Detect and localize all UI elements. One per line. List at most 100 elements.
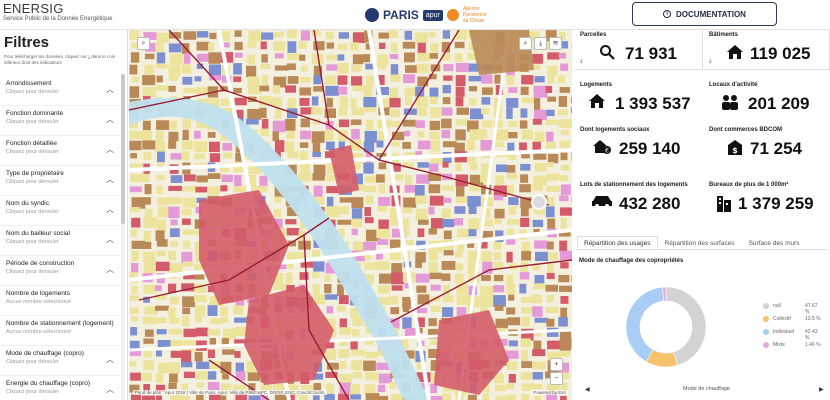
map-building [326,42,335,49]
documentation-button[interactable]: i DOCUMENTATION [632,2,777,26]
map-building [312,284,320,296]
map-building [207,186,221,195]
filter-nombre-logements[interactable]: Nombre de logements Aucun nombre sélecti… [0,286,120,316]
map-download-icon[interactable]: ⤓ [534,37,547,50]
map-building [181,140,194,150]
map-building [443,250,454,256]
map-building [417,52,431,62]
map-building [467,296,481,308]
map-building [481,295,495,308]
map-view[interactable]: ⌕ ⌕ ⤓ ≋ + − Fond de plan : Apur 2018 | V… [129,30,572,400]
map-building [480,129,488,139]
donut-slice-individuel[interactable] [625,286,665,363]
filter-nombre-stationnement[interactable]: Nombre de stationnement (logement) Aucun… [0,316,120,346]
map-building [454,53,463,62]
map-building [207,349,215,359]
map-building [428,318,437,327]
map-building [325,85,339,96]
chart-legend: null 47.67 % Collectif 13.5 % Individuel 42.4… [763,302,823,354]
zoom-in-icon[interactable]: + [550,358,563,371]
legend-item[interactable]: Mixte 1.46 % [763,341,823,354]
map-building [441,208,451,219]
filter-hint: Cliquez pour dérouler [6,239,59,245]
map-building [417,219,429,225]
sidebar-scrollbar[interactable] [121,74,125,400]
map-building [155,63,168,69]
map-building [337,43,348,50]
map-canvas[interactable] [129,30,572,400]
map-building [456,107,470,115]
legend-item[interactable]: Individuel 42.43 % [763,328,823,341]
map-building [417,228,425,238]
office-building-icon [717,196,731,212]
filters-title: Filtres [4,34,50,51]
map-building [390,239,401,249]
donut-chart[interactable] [623,284,709,370]
map-layers-icon[interactable]: ≋ [549,37,562,50]
filter-fonction-dominante[interactable]: Fonction dominante Cliquez pour dérouler… [0,106,120,136]
zoom-out-icon[interactable]: − [550,372,563,385]
map-building [532,53,544,64]
map-building [157,151,165,163]
map-building [155,285,162,292]
map-building [156,239,168,247]
map-building [351,350,366,356]
legend-item[interactable]: Collectif 13.5 % [763,315,823,328]
map-building [131,285,138,295]
map-building [534,240,548,249]
map-building [144,184,152,195]
filter-label: Nom du bailleur social [6,230,70,237]
map-building [234,174,242,187]
map-building [222,152,232,159]
filter-fonction-detaillee[interactable]: Fonction détaillée Cliquez pour dérouler… [0,136,120,166]
donut-svg[interactable] [623,284,709,370]
map-search-icon[interactable]: ⌕ [519,37,532,50]
map-building [299,394,308,400]
map-building [273,31,285,38]
chart-next-icon[interactable]: ▶ [819,386,824,393]
kpi-batiments: Bâtiments 119 025 ⤓ [704,30,830,70]
filter-arrondissement[interactable]: Arrondissement Cliquez pour dérouler ︿ [0,76,120,106]
tab-surface-murs[interactable]: Surface des murs [742,236,807,249]
map-building [337,305,346,312]
map-building [547,65,558,77]
filter-periode-construction[interactable]: Période de construction Cliquez pour dér… [0,256,120,286]
map-building [326,64,338,71]
map-building [456,186,465,198]
map-building [364,130,377,143]
map-building [338,295,349,305]
map-building [233,87,242,94]
map-building [441,273,451,281]
map-building [429,272,442,280]
map-building [312,395,320,400]
download-icon[interactable]: ⤓ [709,58,712,65]
map-building [337,63,349,74]
map-zoom-icon[interactable]: ⌕ [137,37,150,50]
tab-repartition-surfaces[interactable]: Répartition des surfaces [658,236,742,249]
kpi-locaux-activite: Locaux d'activité 201 209 [704,80,830,120]
map-building [391,263,403,274]
map-building [560,63,569,71]
map-building [194,351,203,362]
map-building [507,317,521,326]
filter-nom-bailleur[interactable]: Nom du bailleur social Cliquez pour déro… [0,226,120,256]
filter-hint: Cliquez pour dérouler [6,179,59,185]
map-building [532,349,546,357]
map-building [299,142,309,148]
map-building [129,140,142,151]
map-building [143,284,156,294]
app-subtitle: Service Public de la Donnée Energétique [3,16,113,22]
filter-type-proprietaire[interactable]: Type de propriétaire Cliquez pour déroul… [0,166,120,196]
filter-nom-syndic[interactable]: Nom du syndic Cliquez pour dérouler ︿ [0,196,120,226]
map-building [182,129,189,141]
map-building [441,129,451,139]
map-building [376,63,386,70]
chart-prev-icon[interactable]: ◀ [585,386,590,393]
tab-repartition-usages[interactable]: Répartition des usages [577,236,658,249]
filter-energie-chauffage[interactable]: Energie du chauffage (copro) Cliquez pou… [0,376,120,400]
map-building [209,338,216,345]
filter-mode-chauffage[interactable]: Mode de chauffage (copro) Cliquez pour d… [0,346,120,376]
legend-item[interactable]: null 47.67 % [763,302,823,315]
download-icon[interactable]: ⤓ [580,58,583,65]
sidebar-scrollbar-thumb[interactable] [121,74,125,224]
